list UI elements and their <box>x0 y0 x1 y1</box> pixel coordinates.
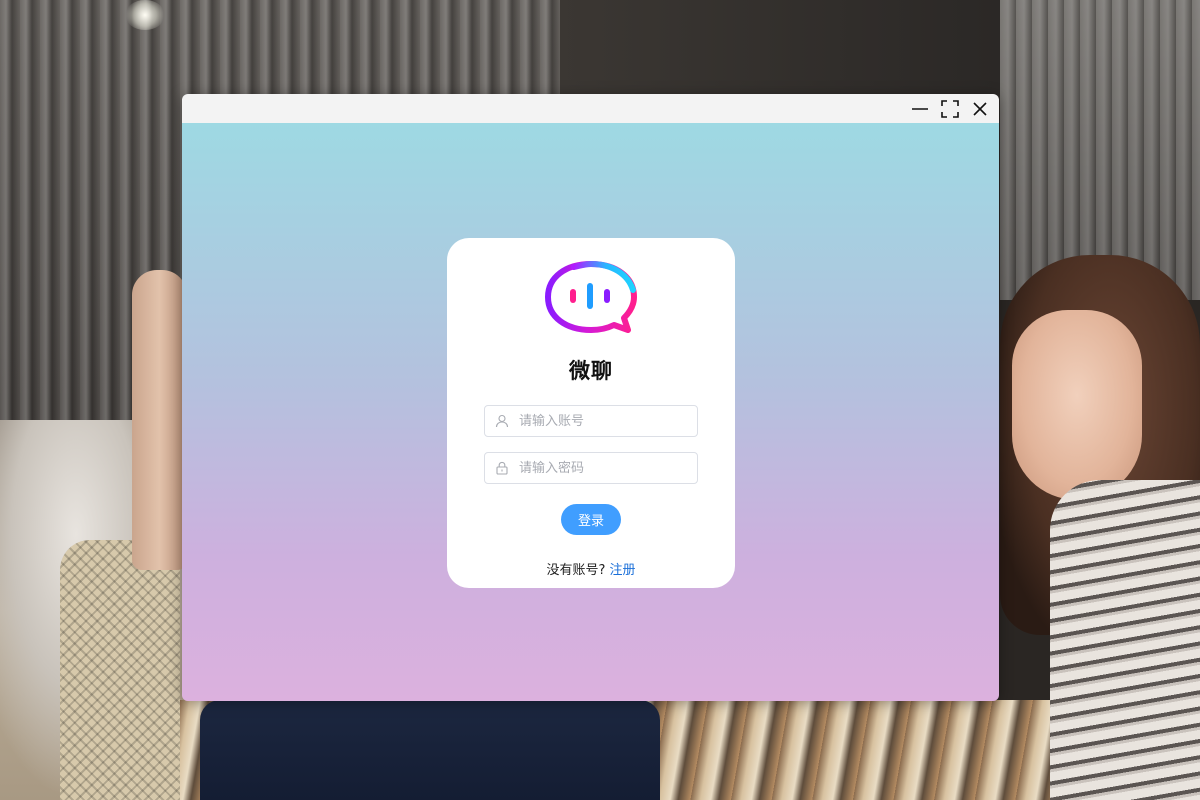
account-input[interactable] <box>519 407 689 435</box>
title-bar[interactable] <box>182 94 999 123</box>
background-net-bag <box>60 540 180 800</box>
login-card: 微聊 请输入账号 登录 没有账号? 注册 <box>447 238 735 588</box>
background-person-shirt <box>1050 480 1200 800</box>
password-input[interactable] <box>519 454 689 482</box>
register-prompt: 没有账号? <box>546 563 606 578</box>
login-button[interactable]: 登录 <box>561 504 621 535</box>
fullscreen-button[interactable] <box>935 94 965 123</box>
register-row: 没有账号? 注册 <box>447 559 735 578</box>
lock-icon <box>485 453 519 483</box>
background-jeans <box>200 700 660 800</box>
password-field[interactable] <box>484 452 698 484</box>
background-light <box>125 0 165 30</box>
chat-logo-icon <box>545 260 637 333</box>
close-icon <box>973 101 987 116</box>
account-field[interactable] <box>484 405 698 437</box>
app-window: 微聊 请输入账号 登录 没有账号? 注册 <box>182 94 999 701</box>
fullscreen-icon <box>941 99 959 118</box>
desktop-background: 微聊 请输入账号 登录 没有账号? 注册 <box>0 0 1200 800</box>
app-title: 微聊 <box>569 359 613 383</box>
minimize-icon <box>912 107 928 110</box>
background-wall <box>560 0 1000 100</box>
register-link[interactable]: 注册 <box>610 563 636 578</box>
user-icon <box>485 406 519 436</box>
background-person-face <box>1012 310 1142 500</box>
window-content: 微聊 请输入账号 登录 没有账号? 注册 <box>182 123 999 701</box>
minimize-button[interactable] <box>905 94 935 123</box>
close-button[interactable] <box>965 94 995 123</box>
background-arm <box>132 270 187 570</box>
